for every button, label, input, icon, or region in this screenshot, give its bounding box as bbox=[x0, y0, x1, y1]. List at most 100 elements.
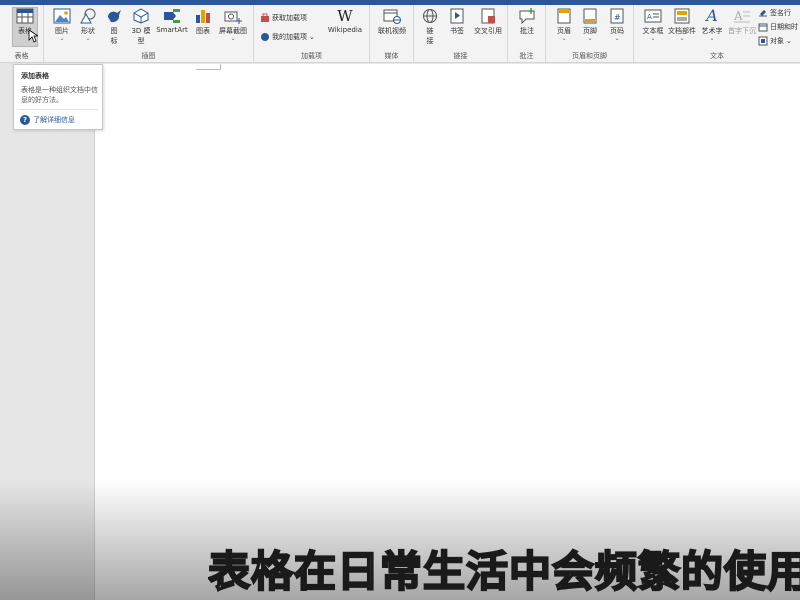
header-icon bbox=[557, 8, 571, 24]
group-label-links: 链接 bbox=[453, 52, 468, 60]
icons-button-label-b: 标 bbox=[110, 37, 118, 45]
chart-icon bbox=[196, 10, 210, 23]
video-subtitle: 表格在日常生活中会频繁的使用 bbox=[208, 546, 800, 597]
tooltip-description: 表格是一种组织文档中信息的好方法。 bbox=[21, 86, 98, 104]
comment-button[interactable]: 批注 bbox=[514, 8, 540, 36]
3d-models-label-b: 型 bbox=[137, 37, 145, 45]
wordart-label: 艺术字 bbox=[701, 27, 723, 35]
chart-button[interactable]: 图表 bbox=[192, 8, 214, 36]
group-header-footer: 页眉 ⌄ 页脚 ⌄ # 页码 ⌄ 页眉和页脚 bbox=[546, 5, 634, 63]
chevron-down-icon: ⌄ bbox=[230, 35, 236, 42]
camera-icon bbox=[224, 11, 242, 24]
quick-parts-icon bbox=[674, 8, 690, 24]
bookmark-icon bbox=[450, 8, 464, 24]
margin-marker bbox=[196, 69, 220, 70]
bookmark-label: 书签 bbox=[450, 27, 464, 35]
tooltip-help-label: 了解详细信息 bbox=[33, 116, 75, 124]
calendar-icon bbox=[758, 23, 768, 32]
page-number-icon: # bbox=[610, 8, 624, 24]
group-addins: 获取加载项 我的加载项 ⌄ W Wikipedia 加载项 bbox=[254, 5, 370, 63]
header-label: 页眉 bbox=[557, 27, 571, 35]
svg-text:#: # bbox=[614, 13, 621, 22]
signature-icon bbox=[759, 10, 767, 17]
store-icon bbox=[261, 13, 269, 22]
chevron-down-icon: ⌄ bbox=[85, 35, 91, 42]
chevron-down-icon: ⌄ bbox=[650, 35, 656, 42]
textbox-button[interactable]: A 文本框 ⌄ bbox=[640, 8, 666, 42]
group-label-comments: 批注 bbox=[519, 52, 534, 60]
cross-reference-button[interactable]: 交叉引用 bbox=[470, 8, 506, 36]
group-label-media: 媒体 bbox=[384, 52, 399, 60]
group-illustrations: 图片 ⌄ 形状 ⌄ 图 标 3D 模 型 SmartArt 图表 屏幕截图 ⌄ … bbox=[44, 5, 254, 63]
group-label-illustrations: 插图 bbox=[141, 52, 156, 60]
chevron-down-icon: ⌄ bbox=[59, 35, 65, 42]
smartart-button-label: SmartArt bbox=[156, 26, 188, 34]
group-label-tables: 表格 bbox=[14, 52, 29, 60]
cross-reference-label: 交叉引用 bbox=[474, 27, 502, 35]
shapes-button-label: 形状 bbox=[81, 27, 95, 35]
shapes-button[interactable]: 形状 ⌄ bbox=[76, 8, 100, 42]
screenshot-button[interactable]: 屏幕截图 ⌄ bbox=[216, 8, 250, 42]
my-addins-button[interactable]: 我的加载项 ⌄ bbox=[260, 32, 315, 42]
group-text: A 文本框 ⌄ 文档部件 ⌄ A 艺术字 ⌄ A 首字下沉 签名行 日期和时 对… bbox=[634, 5, 800, 63]
group-label-addins: 加载项 bbox=[301, 52, 322, 60]
textbox-icon: A bbox=[644, 9, 662, 23]
margin-marker bbox=[220, 64, 221, 70]
table-icon bbox=[16, 8, 34, 24]
object-label: 对象 bbox=[770, 37, 784, 45]
online-video-label: 联机视频 bbox=[378, 27, 406, 35]
header-button[interactable]: 页眉 ⌄ bbox=[552, 8, 576, 42]
page-number-button[interactable]: # 页码 ⌄ bbox=[604, 8, 630, 42]
signature-line-label: 签名行 bbox=[770, 9, 791, 17]
footer-button[interactable]: 页脚 ⌄ bbox=[578, 8, 602, 42]
tooltip-divider bbox=[18, 109, 98, 110]
screenshot-button-label: 屏幕截图 bbox=[219, 27, 247, 35]
tooltip-help-link[interactable]: ? 了解详细信息 bbox=[20, 115, 75, 125]
online-video-button[interactable]: 联机视频 bbox=[374, 8, 410, 36]
comment-label: 批注 bbox=[520, 27, 534, 35]
bookmark-button[interactable]: 书签 bbox=[446, 8, 468, 36]
quick-parts-button[interactable]: 文档部件 ⌄ bbox=[666, 8, 698, 42]
quick-parts-label: 文档部件 bbox=[668, 27, 696, 35]
dropcap-button[interactable]: A 首字下沉 bbox=[726, 8, 758, 36]
3d-models-button[interactable]: 3D 模 型 bbox=[128, 8, 154, 46]
comment-icon bbox=[519, 8, 535, 24]
cube-icon bbox=[133, 8, 149, 24]
picture-icon bbox=[53, 8, 71, 24]
picture-button-label: 图片 bbox=[55, 27, 69, 35]
addins-icon bbox=[261, 33, 269, 41]
dropcap-label: 首字下沉 bbox=[728, 27, 756, 35]
icons-button[interactable]: 图 标 bbox=[104, 8, 124, 46]
page-number-label: 页码 bbox=[610, 27, 624, 35]
chevron-down-icon: ⌄ bbox=[561, 35, 567, 42]
date-time-label: 日期和时 bbox=[770, 23, 798, 31]
chevron-down-icon: ⌄ bbox=[309, 33, 315, 41]
chevron-down-icon: ⌄ bbox=[614, 35, 620, 42]
link-label-b: 接 bbox=[426, 37, 434, 45]
textbox-label: 文本框 bbox=[642, 27, 664, 35]
3d-models-label-a: 3D 模 bbox=[131, 27, 151, 35]
wikipedia-button-label: Wikipedia bbox=[327, 26, 363, 34]
shapes-icon bbox=[80, 8, 96, 24]
signature-line-button[interactable]: 签名行 bbox=[758, 8, 791, 18]
chevron-down-icon: ⌄ bbox=[786, 37, 792, 45]
chevron-down-icon: ⌄ bbox=[679, 35, 685, 42]
group-label-header-footer: 页眉和页脚 bbox=[572, 52, 607, 60]
get-addins-button[interactable]: 获取加载项 bbox=[260, 13, 307, 23]
ribbon-insert-tab: 表格 表格 图片 ⌄ 形状 ⌄ 图 标 3D 模 型 SmartArt 图表 屏… bbox=[0, 5, 800, 63]
wikipedia-button[interactable]: W Wikipedia bbox=[324, 8, 366, 34]
wordart-button[interactable]: A 艺术字 ⌄ bbox=[698, 8, 726, 42]
help-icon: ? bbox=[20, 115, 30, 125]
wikipedia-icon: W bbox=[337, 7, 353, 25]
smartart-button[interactable]: SmartArt bbox=[154, 8, 190, 34]
link-label-a: 链 bbox=[426, 27, 434, 35]
smartart-icon bbox=[164, 9, 180, 23]
svg-text:A: A bbox=[647, 13, 652, 21]
object-button[interactable]: 对象 ⌄ bbox=[758, 36, 792, 46]
link-button[interactable]: 链 接 bbox=[418, 8, 442, 46]
my-addins-label: 我的加载项 bbox=[272, 33, 307, 41]
footer-label: 页脚 bbox=[583, 27, 597, 35]
picture-button[interactable]: 图片 ⌄ bbox=[50, 8, 74, 42]
date-time-button[interactable]: 日期和时 bbox=[758, 22, 798, 32]
get-addins-label: 获取加载项 bbox=[272, 14, 307, 22]
